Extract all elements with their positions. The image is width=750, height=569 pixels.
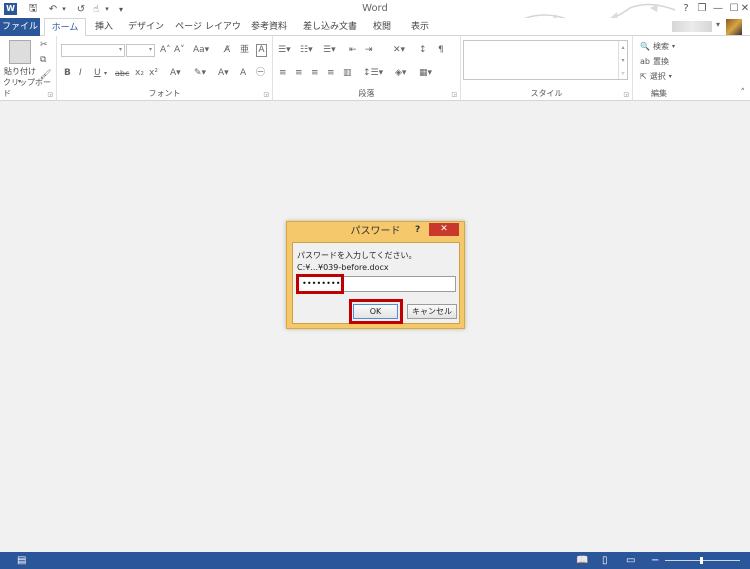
justify-icon[interactable]: ≡ — [327, 68, 335, 79]
align-left-icon[interactable]: ≡ — [279, 68, 287, 79]
underline-icon[interactable]: U — [94, 68, 101, 79]
account-dropdown-icon[interactable]: ▾ — [716, 20, 720, 29]
paste-icon[interactable] — [9, 40, 31, 64]
distribute-icon[interactable]: ✕▾ — [393, 45, 405, 56]
title-bar: W 🖫 ↶ ▾ ↺ ☝ ▾ ▾ Word ? ❐ — ☐ ✕ — [0, 0, 750, 36]
tab-file[interactable]: ファイル — [0, 18, 40, 36]
superscript-icon[interactable]: x² — [149, 68, 158, 79]
shrink-font-icon[interactable]: A˅ — [174, 45, 185, 56]
sort-icon[interactable]: ↕ — [419, 45, 427, 56]
tab-references[interactable]: 参考資料 — [249, 18, 289, 36]
bold-icon[interactable]: B — [64, 68, 71, 79]
tab-view[interactable]: 表示 — [406, 18, 434, 36]
read-mode-icon[interactable]: 📖 — [576, 554, 588, 567]
clear-formatting-icon[interactable]: A̸ — [224, 45, 230, 56]
account-name[interactable] — [672, 21, 712, 32]
character-border-icon[interactable]: A — [256, 44, 267, 57]
ribbon-display-options-button[interactable]: ❐ — [694, 1, 710, 16]
ribbon: 貼り付け ▾ ✂ ⧉ 🖌 クリップボード ◲ ▾ ▾ A˄ A˅ Aa▾ A̸ … — [0, 36, 750, 101]
text-effects-icon[interactable]: A▾ — [170, 68, 181, 79]
font-color-icon[interactable]: A▾ — [218, 68, 229, 79]
enclose-characters-icon[interactable]: ㊀ — [256, 68, 265, 79]
tab-home[interactable]: ホーム — [44, 18, 86, 37]
font-group: ▾ ▾ A˄ A˅ Aa▾ A̸ 亜 A B I U ▾ abc x₂ x² A… — [57, 36, 273, 101]
shading-icon[interactable]: ◈▾ — [395, 68, 406, 79]
tab-design[interactable]: デザイン — [126, 18, 166, 36]
decrease-indent-icon[interactable]: ⇤ — [349, 45, 357, 56]
dialog-help-button[interactable]: ? — [415, 225, 420, 235]
italic-icon[interactable]: I — [79, 68, 82, 79]
phonetic-guide-icon[interactable]: 亜 — [240, 45, 249, 56]
styles-gallery-scroll[interactable]: ▴ ▾ ▿ — [618, 41, 627, 79]
character-shading-icon[interactable]: A — [240, 68, 246, 79]
subscript-icon[interactable]: x₂ — [135, 68, 144, 79]
styles-group-label: スタイル — [530, 89, 563, 98]
dialog-body: パスワードを入力してください。 C:¥...¥039-before.docx •… — [292, 242, 460, 324]
paragraph-group: ☰▾ ☷▾ ☰▾ ⇤ ⇥ ✕▾ ↕ ¶ ≡ ≡ ≡ ≡ ▥ ↕☰▾ ◈▾ ▦▾ … — [273, 36, 461, 101]
grow-font-icon[interactable]: A˄ — [160, 45, 171, 56]
close-window-button[interactable]: ✕ — [740, 1, 750, 16]
strikethrough-icon[interactable]: abc — [115, 68, 129, 79]
change-case-icon[interactable]: Aa▾ — [193, 45, 209, 56]
tab-insert[interactable]: 挿入 — [90, 18, 118, 36]
cut-icon[interactable]: ✂ — [40, 40, 48, 51]
password-highlight-box — [296, 274, 344, 294]
password-dialog: パスワード ? ✕ パスワードを入力してください。 C:¥...¥039-bef… — [286, 221, 465, 329]
avatar[interactable] — [726, 19, 742, 35]
editing-group: 編集 — [633, 36, 685, 101]
macro-record-icon[interactable]: ▤ — [17, 554, 26, 567]
tab-page-layout[interactable]: ページ レイアウト — [174, 18, 242, 50]
numbering-icon[interactable]: ☷▾ — [300, 45, 313, 56]
copy-icon[interactable]: ⧉ — [40, 55, 46, 66]
line-spacing-icon[interactable]: ↕☰▾ — [363, 68, 383, 79]
ribbon-tab-row: ファイル ホーム 挿入 デザイン ページ レイアウト 参考資料 差し込み文書 校… — [0, 18, 750, 50]
tab-review[interactable]: 校閲 — [368, 18, 396, 36]
clipboard-launcher-icon[interactable]: ◲ — [47, 91, 53, 98]
clipboard-group: 貼り付け ▾ ✂ ⧉ 🖌 クリップボード ◲ — [0, 36, 57, 101]
styles-launcher-icon[interactable]: ◲ — [623, 91, 629, 98]
paragraph-group-label: 段落 — [358, 89, 375, 98]
status-bar: ▤ 📖 ▯ ▭ − — [0, 552, 750, 569]
cancel-button[interactable]: キャンセル — [407, 304, 457, 319]
multilevel-list-icon[interactable]: ☰▾ — [323, 45, 336, 56]
zoom-out-icon[interactable]: − — [651, 554, 659, 567]
help-button[interactable]: ? — [678, 1, 694, 16]
ok-highlight-box — [349, 299, 403, 324]
show-marks-icon[interactable]: ¶ — [438, 45, 444, 56]
tab-mailings[interactable]: 差し込み文書 — [302, 18, 358, 36]
borders-icon[interactable]: ▦▾ — [419, 68, 432, 79]
minimize-button[interactable]: — — [710, 1, 726, 16]
print-layout-icon[interactable]: ▯ — [602, 554, 608, 567]
paragraph-launcher-icon[interactable]: ◲ — [451, 91, 457, 98]
web-layout-icon[interactable]: ▭ — [626, 554, 635, 567]
collapse-ribbon-icon[interactable]: ˄ — [741, 88, 746, 98]
distributed-align-icon[interactable]: ▥ — [343, 68, 352, 79]
increase-indent-icon[interactable]: ⇥ — [365, 45, 373, 56]
zoom-slider-thumb[interactable] — [700, 557, 703, 564]
password-prompt-text: パスワードを入力してください。 — [297, 251, 417, 260]
highlight-color-icon[interactable]: ✎▾ — [194, 68, 206, 79]
dialog-close-button[interactable]: ✕ — [429, 223, 459, 236]
bullets-icon[interactable]: ☰▾ — [278, 45, 291, 56]
file-path-text: C:¥...¥039-before.docx — [297, 263, 389, 272]
align-right-icon[interactable]: ≡ — [311, 68, 319, 79]
align-center-icon[interactable]: ≡ — [295, 68, 303, 79]
font-launcher-icon[interactable]: ◲ — [263, 91, 269, 98]
styles-gallery[interactable]: ▴ ▾ ▿ — [463, 40, 628, 80]
font-group-label: フォント — [148, 89, 181, 98]
editing-group-label: 編集 — [651, 89, 667, 98]
underline-dropdown-icon[interactable]: ▾ — [104, 68, 107, 79]
font-size-select[interactable]: ▾ — [126, 44, 155, 57]
font-name-select[interactable]: ▾ — [61, 44, 125, 57]
